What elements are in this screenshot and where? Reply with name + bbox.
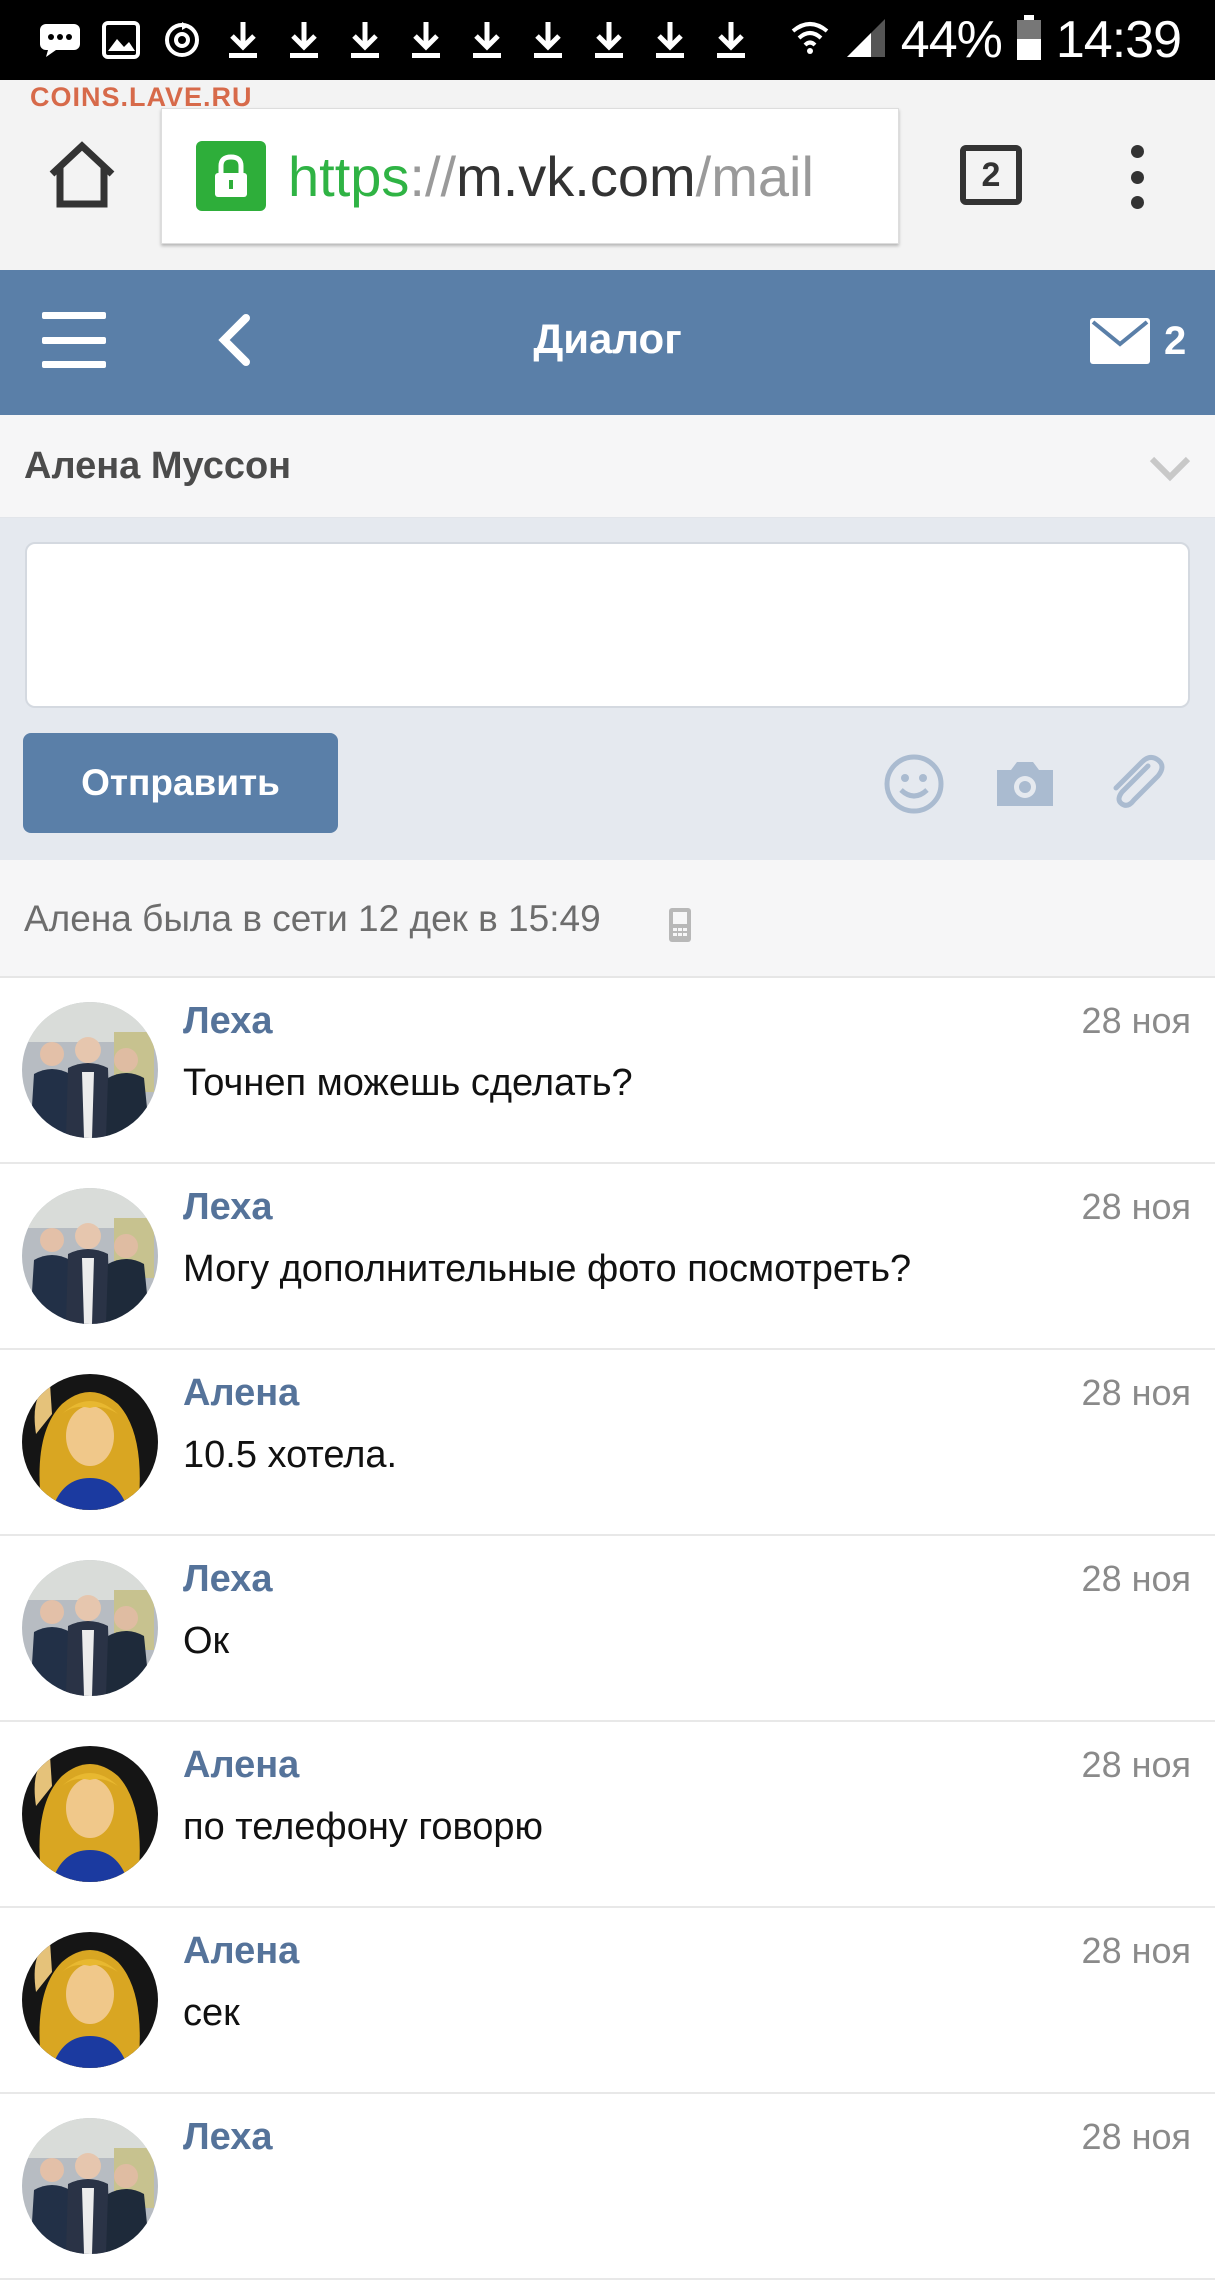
avatar[interactable] [22,1932,158,2068]
avatar[interactable] [22,1002,158,1138]
message-item[interactable]: Алена 28 ноя сек [0,1908,1215,2094]
message-text: Могу дополнительные фото посмотреть? [183,1248,912,1290]
battery-percent: 44% [900,11,1003,69]
mobile-phone-icon [669,908,691,942]
message-icon [38,18,82,62]
paperclip-icon[interactable] [1104,752,1168,816]
image-icon [99,18,143,62]
vk-header: Диалог 2 [0,270,1215,415]
message-item[interactable]: Алена 28 ноя 10.5 хотела. [0,1350,1215,1536]
avatar[interactable] [22,1746,158,1882]
message-text: Точнеп можешь сделать? [183,1062,633,1104]
online-status-row: Алена была в сети 12 дек в 15:49 [0,860,1215,978]
avatar[interactable] [22,1374,158,1510]
download-icon [709,18,753,62]
overflow-menu-button[interactable] [1125,145,1149,209]
download-icon [465,18,509,62]
message-input[interactable] [25,542,1190,708]
send-button-label: Отправить [81,762,280,803]
chevron-down-icon [1149,456,1191,482]
message-text: 10.5 хотела. [183,1434,398,1476]
message-date: 28 ноя [1081,1186,1191,1227]
sync-icon [160,18,204,62]
message-text: Ок [183,1620,230,1662]
messages-button[interactable]: 2 [1090,318,1186,364]
tabs-button[interactable]: 2 [960,145,1022,205]
unread-count: 2 [1164,318,1187,363]
download-icon [282,18,326,62]
tab-count: 2 [981,155,1001,194]
message-author[interactable]: Алена [183,1930,299,1973]
recipient-row[interactable]: Алена Муссон [0,415,1215,518]
notification-icons [0,18,753,62]
message-date: 28 ноя [1081,1372,1191,1413]
menu-dot [1130,145,1144,158]
send-button[interactable]: Отправить [23,733,338,833]
page-title: Диалог [533,315,682,362]
url-text: https://m.vk.com/mail [288,144,814,209]
message-date: 28 ноя [1081,1930,1191,1971]
message-author[interactable]: Леха [183,1558,273,1601]
message-author[interactable]: Алена [183,1744,299,1787]
message-composer: Отправить [0,518,1215,860]
url-host: m.vk.com [456,144,696,208]
message-text: сек [183,1992,240,2034]
message-author[interactable]: Леха [183,1000,273,1043]
recipient-name: Алена Муссон [24,445,292,487]
url-scheme: https [288,144,410,208]
url-path: /mail [695,144,814,208]
home-icon [49,141,115,208]
download-icon [648,18,692,62]
url-separator: :// [409,144,457,208]
url-bar[interactable]: https://m.vk.com/mail [161,108,899,244]
avatar[interactable] [22,1188,158,1324]
wifi-icon [789,17,831,64]
camera-icon[interactable] [993,752,1057,816]
signal-icon [845,17,887,64]
last-seen-text: Алена была в сети 12 дек в 15:49 [24,898,601,939]
avatar[interactable] [22,2118,158,2254]
status-bar: 44% 14:39 [0,0,1215,80]
envelope-icon [1090,318,1150,364]
message-date: 28 ноя [1081,1558,1191,1599]
message-date: 28 ноя [1081,1000,1191,1041]
message-item[interactable]: Леха 28 ноя Ок [0,1536,1215,1722]
message-date: 28 ноя [1081,2116,1191,2157]
lock-icon [196,141,266,211]
message-date: 28 ноя [1081,1744,1191,1785]
message-text: по телефону говорю [183,1806,544,1848]
system-status: 44% 14:39 [789,0,1182,80]
clock: 14:39 [1055,11,1182,69]
menu-dot [1130,196,1144,209]
download-icon [221,18,265,62]
message-author[interactable]: Леха [183,1186,273,1229]
download-icon [343,18,387,62]
battery-icon [1016,14,1042,66]
message-author[interactable]: Леха [183,2116,273,2159]
download-icon [526,18,570,62]
download-icon [587,18,631,62]
home-button[interactable] [46,140,118,212]
message-author[interactable]: Алена [183,1372,299,1415]
message-item[interactable]: Леха 28 ноя Могу дополнительные фото посмо… [0,1164,1215,1350]
message-item[interactable]: Алена 28 ноя по телефону говорю [0,1722,1215,1908]
avatar[interactable] [22,1560,158,1696]
menu-dot [1130,170,1144,184]
download-icon [404,18,448,62]
smiley-icon[interactable] [882,752,946,816]
message-list: Леха 28 ноя Точнеп можешь сделать? Леха 28 … [0,978,1215,2280]
message-item[interactable]: Леха 28 ноя [0,2094,1215,2280]
message-item[interactable]: Леха 28 ноя Точнеп можешь сделать? [0,978,1215,1164]
